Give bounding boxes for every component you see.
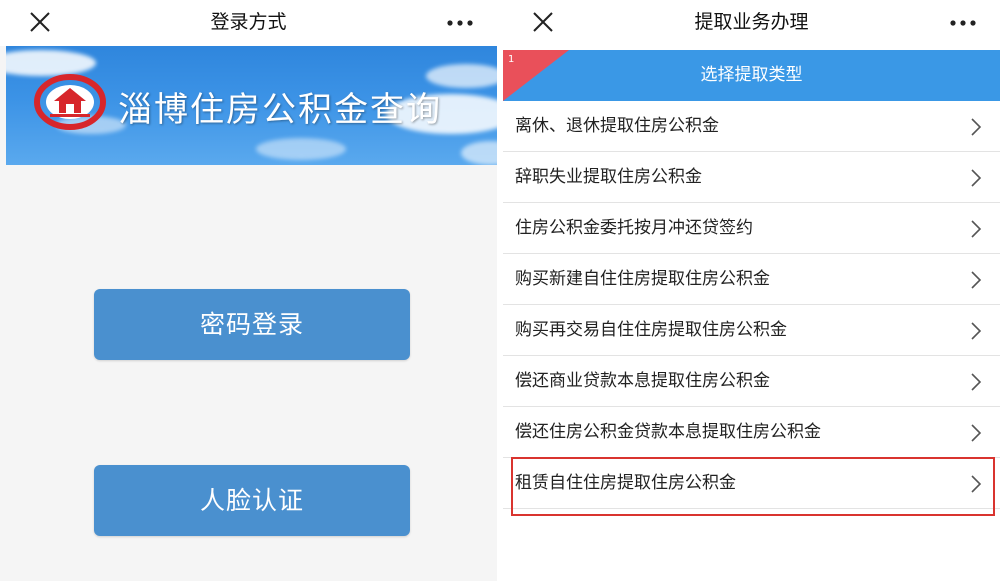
chevron-right-icon — [971, 475, 982, 493]
chevron-right-icon — [971, 424, 982, 442]
chevron-right-icon — [971, 220, 982, 238]
withdrawal-business-screen: 提取业务办理 选择提取类型 1 离休、退休提取住房公积金 辞职失业提取住房公积金… — [503, 0, 1000, 581]
page-title: 提取业务办理 — [694, 11, 809, 33]
login-method-screen: 登录方式 淄博住房公积金查询 密码登录 人脸认证 — [0, 0, 497, 581]
list-item-label: 辞职失业提取住房公积金 — [515, 167, 702, 187]
list-item[interactable]: 辞职失业提取住房公积金 — [503, 152, 1000, 203]
list-item-rental-withdrawal[interactable]: 租赁自住住房提取住房公积金 — [503, 458, 1000, 509]
corner-number: 1 — [508, 54, 515, 65]
more-icon[interactable] — [948, 10, 978, 36]
password-login-button[interactable]: 密码登录 — [94, 289, 410, 360]
section-header: 选择提取类型 — [503, 50, 1000, 101]
top-nav-bar: 登录方式 — [0, 0, 497, 46]
list-item-label: 购买新建自住住房提取住房公积金 — [515, 269, 770, 289]
chevron-right-icon — [971, 322, 982, 340]
top-nav-bar: 提取业务办理 — [503, 0, 1000, 46]
list-item[interactable]: 离休、退休提取住房公积金 — [503, 101, 1000, 152]
chevron-right-icon — [971, 118, 982, 136]
list-item-label: 偿还住房公积金贷款本息提取住房公积金 — [515, 422, 821, 442]
chevron-right-icon — [971, 373, 982, 391]
list-item-label: 购买再交易自住住房提取住房公积金 — [515, 320, 787, 340]
list-item-label: 租赁自住住房提取住房公积金 — [515, 473, 736, 493]
list-item[interactable]: 购买新建自住住房提取住房公积金 — [503, 254, 1000, 305]
list-item-label: 住房公积金委托按月冲还贷签约 — [515, 218, 753, 238]
app-banner: 淄博住房公积金查询 — [6, 46, 497, 165]
withdrawal-type-list: 离休、退休提取住房公积金 辞职失业提取住房公积金 住房公积金委托按月冲还贷签约 … — [503, 101, 1000, 509]
list-item-label: 离休、退休提取住房公积金 — [515, 116, 719, 136]
list-item[interactable]: 偿还商业贷款本息提取住房公积金 — [503, 356, 1000, 407]
page-title: 登录方式 — [210, 11, 287, 33]
list-item[interactable]: 购买再交易自住住房提取住房公积金 — [503, 305, 1000, 356]
banner-title: 淄博住房公积金查询 — [118, 90, 442, 130]
housing-fund-logo-icon — [34, 74, 106, 130]
list-item-label: 偿还商业贷款本息提取住房公积金 — [515, 371, 770, 391]
face-auth-button[interactable]: 人脸认证 — [94, 465, 410, 536]
chevron-right-icon — [971, 271, 982, 289]
list-item[interactable]: 住房公积金委托按月冲还贷签约 — [503, 203, 1000, 254]
more-icon[interactable] — [445, 10, 475, 36]
list-item[interactable]: 偿还住房公积金贷款本息提取住房公积金 — [503, 407, 1000, 458]
chevron-right-icon — [971, 169, 982, 187]
